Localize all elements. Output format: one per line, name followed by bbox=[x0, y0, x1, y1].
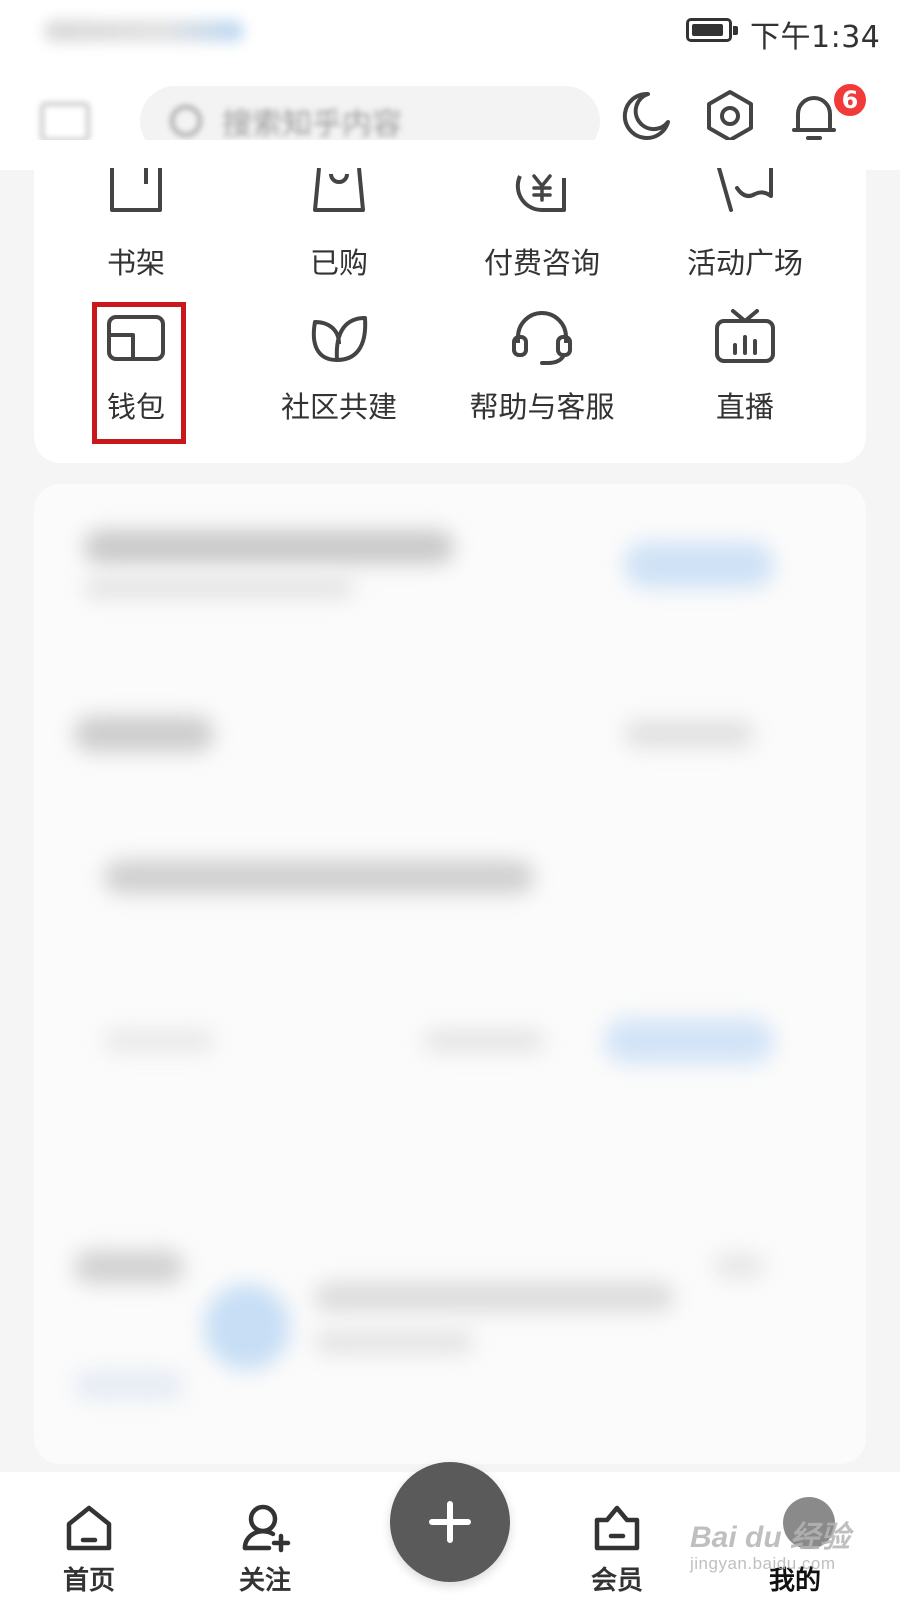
service-help-support[interactable]: 帮助与客服 bbox=[452, 302, 632, 452]
headset-icon bbox=[507, 302, 577, 372]
service-label: 直播 bbox=[715, 390, 774, 424]
watermark-url: jingyan.baidu.com bbox=[690, 1554, 836, 1573]
service-label: 书架 bbox=[106, 246, 165, 280]
user-plus-icon bbox=[237, 1500, 293, 1556]
scan-icon[interactable] bbox=[40, 102, 90, 142]
night-mode-icon[interactable] bbox=[616, 86, 676, 146]
service-label: 付费咨询 bbox=[483, 246, 600, 280]
settings-icon[interactable] bbox=[700, 86, 760, 146]
search-icon bbox=[170, 105, 202, 137]
watermark: Bai du 经验 jingyan.baidu.com bbox=[690, 1512, 890, 1592]
wallet-highlight-box bbox=[92, 302, 186, 444]
search-placeholder: 搜索知乎内容 bbox=[222, 107, 402, 142]
watermark-text: Bai du 经验 bbox=[690, 1521, 851, 1554]
service-label: 社区共建 bbox=[280, 390, 397, 424]
shopping-bag-icon bbox=[304, 158, 374, 228]
nav-membership[interactable]: 会员 bbox=[562, 1500, 672, 1600]
service-label: 帮助与客服 bbox=[469, 390, 615, 424]
service-paid-consult[interactable]: 付费咨询 bbox=[452, 158, 632, 308]
blurred-content-card bbox=[34, 484, 866, 1464]
nav-label: 首页 bbox=[62, 1566, 115, 1596]
service-bookshelf[interactable]: 书架 bbox=[46, 158, 226, 308]
service-label: 已购 bbox=[309, 246, 368, 280]
bookshelf-icon bbox=[101, 158, 171, 228]
tv-live-icon bbox=[710, 302, 780, 372]
yuan-consult-icon bbox=[507, 158, 577, 228]
nav-follow[interactable]: 关注 bbox=[210, 1500, 320, 1600]
home-icon bbox=[61, 1500, 117, 1556]
plus-icon bbox=[429, 1501, 471, 1543]
status-time: 下午1:34 bbox=[750, 20, 881, 55]
status-bar: 下午1:34 bbox=[0, 0, 900, 62]
status-left-blurred bbox=[44, 20, 244, 42]
service-label: 活动广场 bbox=[686, 246, 803, 280]
battery-icon bbox=[686, 18, 738, 42]
nav-label: 会员 bbox=[590, 1566, 643, 1596]
service-live[interactable]: 直播 bbox=[655, 302, 835, 452]
service-purchased[interactable]: 已购 bbox=[249, 158, 429, 308]
create-post-button[interactable] bbox=[390, 1462, 510, 1582]
leaf-icon bbox=[304, 302, 374, 372]
flag-icon bbox=[710, 158, 780, 228]
notification-badge: 6 bbox=[832, 82, 868, 118]
service-community-build[interactable]: 社区共建 bbox=[249, 302, 429, 452]
nav-home[interactable]: 首页 bbox=[34, 1500, 144, 1600]
nav-label: 关注 bbox=[238, 1566, 291, 1596]
service-events-plaza[interactable]: 活动广场 bbox=[655, 158, 835, 308]
crown-box-icon bbox=[589, 1500, 645, 1556]
